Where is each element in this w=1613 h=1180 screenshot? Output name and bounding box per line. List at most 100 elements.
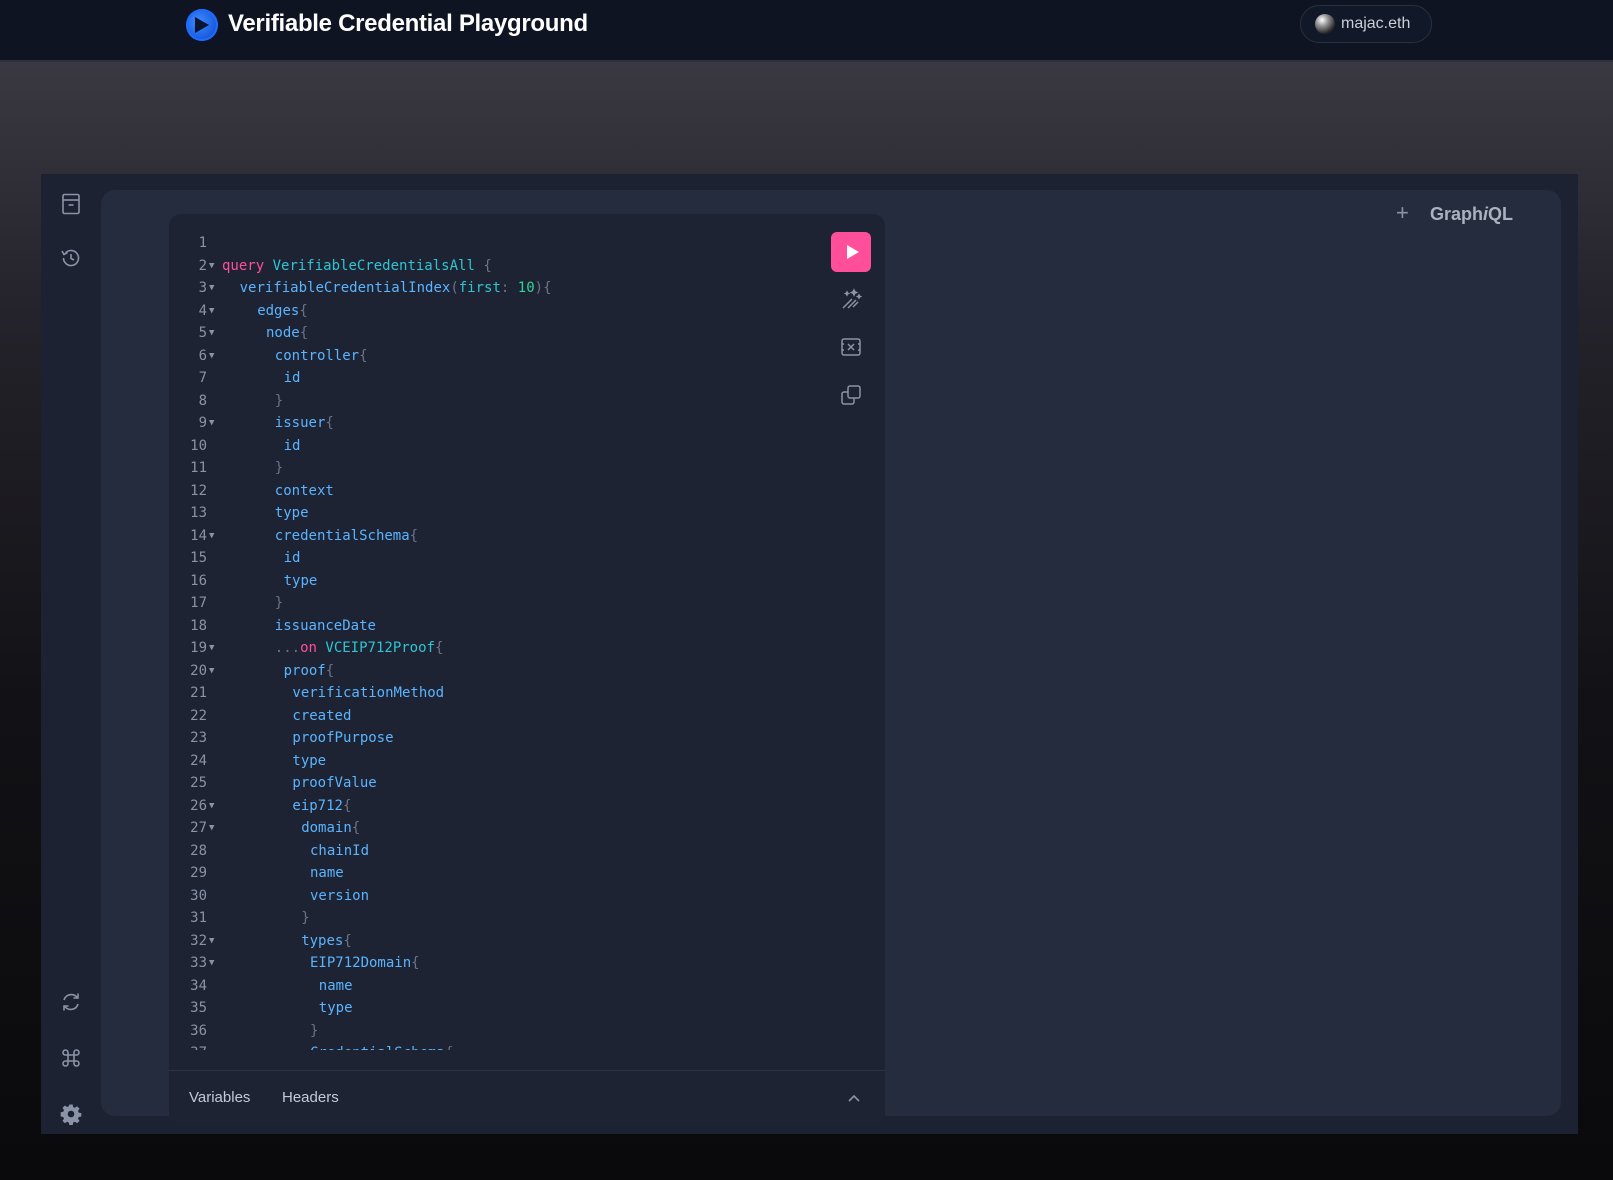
code-line[interactable]: 6 ▼ controller{	[169, 345, 809, 368]
settings-icon[interactable]	[59, 1102, 83, 1126]
code-token: type	[292, 752, 327, 769]
code-line[interactable]: 22 created	[169, 705, 809, 728]
code-text: proofValue	[222, 772, 377, 795]
code-line[interactable]: 3 ▼ verifiableCredentialIndex(first: 10){	[169, 277, 809, 300]
code-token: {	[342, 797, 352, 814]
editor-footer: Variables Headers	[169, 1070, 885, 1126]
code-line[interactable]: 18 issuanceDate	[169, 615, 809, 638]
code-line[interactable]: 9 ▼ issuer{	[169, 412, 809, 435]
code-token: {	[351, 820, 361, 836]
fold-arrow-icon[interactable]: ▼	[209, 345, 214, 368]
fold-arrow-icon[interactable]: ▼	[209, 660, 214, 683]
code-line[interactable]: 8}	[169, 390, 809, 413]
fold-arrow-icon[interactable]: ▼	[209, 637, 214, 660]
code-line[interactable]: 32 ▼ types{	[169, 930, 809, 953]
code-line[interactable]: 25 proofValue	[169, 772, 809, 795]
code-text: chainId	[222, 840, 369, 863]
code-token: ...	[274, 640, 301, 656]
chevron-up-icon[interactable]	[847, 1091, 861, 1105]
fold-arrow-icon[interactable]: ▼	[209, 322, 214, 345]
line-number: 20	[190, 662, 207, 679]
line-number: 22	[190, 707, 207, 724]
code-line[interactable]: 20 ▼ proof{	[169, 660, 809, 683]
code-text: id	[222, 367, 301, 390]
fold-arrow-icon[interactable]: ▼	[209, 817, 214, 840]
code-line[interactable]: 7 id	[169, 367, 809, 390]
fold-arrow-icon[interactable]: ▼	[209, 277, 214, 300]
line-number: 18	[190, 617, 207, 634]
code-line[interactable]: 13 type	[169, 502, 809, 525]
code-line[interactable]: 36}	[169, 1020, 809, 1043]
fold-arrow-icon[interactable]: ▼	[209, 300, 214, 323]
code-line[interactable]: 31}	[169, 907, 809, 930]
code-text: }	[222, 390, 283, 413]
code-line[interactable]: 5 ▼ node{	[169, 322, 809, 345]
code-line[interactable]: 37▼ CredentialSchema{	[169, 1042, 809, 1050]
code-line[interactable]: 26 ▼ eip712{	[169, 795, 809, 818]
fold-arrow-icon[interactable]: ▼	[209, 255, 214, 278]
code-text: type	[222, 997, 353, 1020]
code-token: version	[310, 887, 370, 904]
fold-arrow-icon[interactable]: ▼	[209, 1042, 214, 1050]
code-token: proofValue	[292, 775, 377, 791]
add-tab-button[interactable]: +	[1396, 200, 1409, 226]
code-text: verificationMethod	[222, 682, 444, 705]
code-line[interactable]: 27 ▼ domain{	[169, 817, 809, 840]
code-line[interactable]: 24 type	[169, 750, 809, 773]
code-line[interactable]: 28 chainId	[169, 840, 809, 863]
code-line[interactable]: 4 ▼ edges{	[169, 300, 809, 323]
doc-explorer-icon[interactable]	[59, 192, 83, 216]
prettify-icon[interactable]	[839, 287, 863, 311]
code-token: issuer	[274, 415, 326, 431]
code-line[interactable]: 12 context	[169, 480, 809, 503]
fold-arrow-icon[interactable]: ▼	[209, 952, 214, 975]
line-number: 37	[169, 1042, 207, 1050]
code-line[interactable]: 14 ▼ credentialSchema{	[169, 525, 809, 548]
query-editor[interactable]: 1 2 ▼ query VerifiableCredentialsAll {3 ▼ ver…	[169, 214, 885, 1126]
code-line[interactable]: 19 ▼ ...on VCEIP712Proof{	[169, 637, 809, 660]
code-line[interactable]: 35 type	[169, 997, 809, 1020]
fold-arrow-icon[interactable]: ▼	[209, 795, 214, 818]
tab-headers[interactable]: Headers	[282, 1089, 339, 1106]
app-logo-icon[interactable]	[186, 9, 218, 41]
code-line[interactable]: 30 version	[169, 885, 809, 908]
code-line[interactable]: 2 ▼ query VerifiableCredentialsAll {	[169, 255, 809, 278]
code-text: issuer{	[222, 412, 334, 435]
code-line[interactable]: 21 verificationMethod	[169, 682, 809, 705]
code-line[interactable]: 17}	[169, 592, 809, 615]
code-text: edges{	[222, 300, 308, 323]
shortcuts-icon[interactable]	[59, 1046, 83, 1070]
code-line[interactable]: 1	[169, 232, 809, 255]
merge-fragments-icon[interactable]	[839, 335, 863, 359]
code-token: name	[310, 865, 344, 881]
history-icon[interactable]	[59, 246, 83, 270]
code-line[interactable]: 10 id	[169, 435, 809, 458]
account-button[interactable]: majac.eth	[1300, 5, 1432, 43]
code-line[interactable]: 16 type	[169, 570, 809, 593]
tab-variables[interactable]: Variables	[189, 1089, 250, 1106]
line-number: 21	[190, 685, 207, 701]
line-number: 33	[190, 955, 207, 971]
copy-icon[interactable]	[839, 383, 863, 407]
run-query-button[interactable]	[831, 232, 871, 272]
fold-arrow-icon[interactable]: ▼	[209, 930, 214, 953]
code-line[interactable]: 15 id	[169, 547, 809, 570]
code-token: {	[299, 325, 309, 341]
code-text: }	[222, 592, 283, 615]
refetch-schema-icon[interactable]	[59, 990, 83, 1014]
code-area[interactable]: 1 2 ▼ query VerifiableCredentialsAll {3 ▼ ver…	[169, 232, 809, 1050]
code-line[interactable]: 33 ▼ EIP712Domain{	[169, 952, 809, 975]
code-line[interactable]: 29 name	[169, 862, 809, 885]
code-line[interactable]: 11}	[169, 457, 809, 480]
code-line[interactable]: 34 name	[169, 975, 809, 998]
code-text: controller{	[222, 345, 368, 368]
line-number: 14	[190, 527, 207, 544]
fold-arrow-icon[interactable]: ▼	[209, 412, 214, 435]
fold-arrow-icon[interactable]: ▼	[209, 525, 214, 548]
code-text: }	[222, 1020, 318, 1043]
line-number: 31	[190, 910, 207, 926]
app-title: Verifiable Credential Playground	[228, 10, 588, 37]
line-number: 29	[190, 865, 207, 881]
code-line[interactable]: 23 proofPurpose	[169, 727, 809, 750]
code-text: name	[222, 862, 344, 885]
